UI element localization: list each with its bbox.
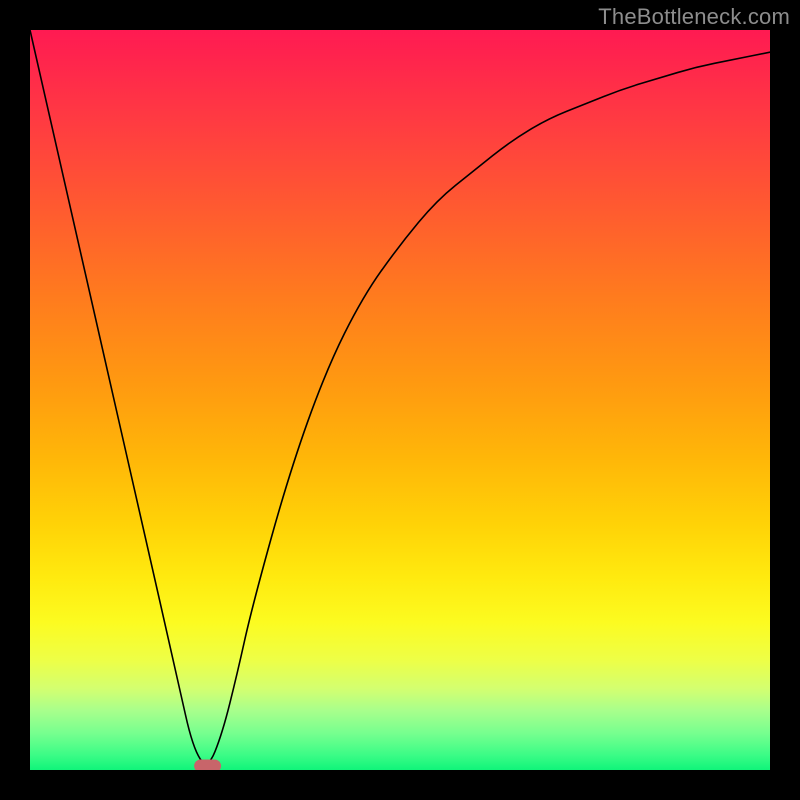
curve-svg [30, 30, 770, 770]
watermark-text: TheBottleneck.com [598, 4, 790, 30]
plot-area [30, 30, 770, 770]
chart-frame: TheBottleneck.com [0, 0, 800, 800]
bottleneck-curve [30, 30, 770, 763]
minimum-marker [195, 760, 221, 770]
